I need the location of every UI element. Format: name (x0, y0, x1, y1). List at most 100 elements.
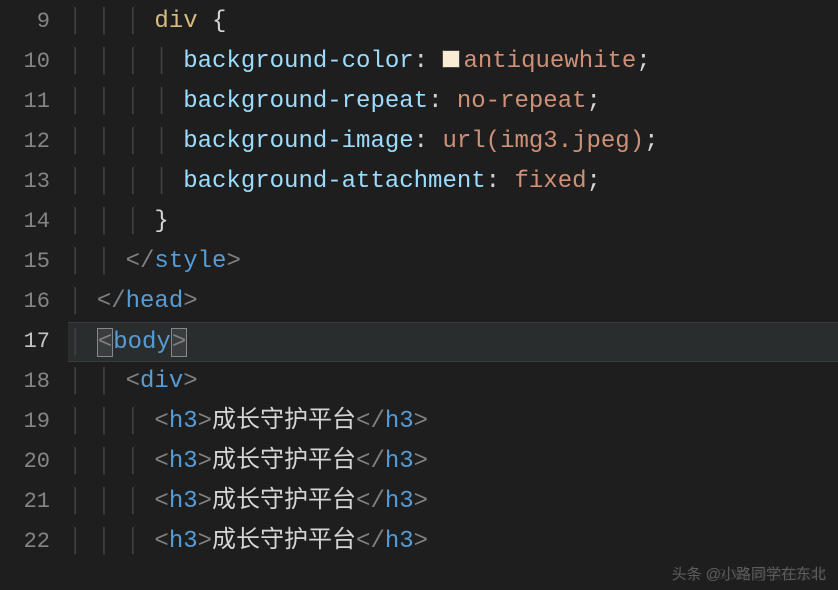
code-line[interactable]: │ │ │ │ background-image: url(img3.jpeg)… (68, 122, 838, 162)
indent-guide: │ │ │ (68, 528, 154, 555)
code-editor[interactable]: 910111213141516171819202122 │ │ │ div {│… (0, 0, 838, 590)
token: body (113, 329, 171, 356)
token: h3 (169, 448, 198, 475)
code-line[interactable]: │ │ │ <h3>成长守护平台</h3> (68, 442, 838, 482)
token: : (414, 128, 443, 155)
token: h3 (385, 528, 414, 555)
code-line[interactable]: │ </head> (68, 282, 838, 322)
token: head (126, 288, 184, 315)
line-number: 22 (0, 522, 68, 562)
token: { (212, 8, 226, 35)
token: : (486, 168, 515, 195)
token: > (226, 248, 240, 275)
token: h3 (385, 448, 414, 475)
token: </ (126, 248, 155, 275)
token: 成长守护平台 (212, 408, 356, 435)
token (198, 8, 212, 35)
token: > (414, 448, 428, 475)
line-number: 11 (0, 82, 68, 122)
token: fixed (514, 168, 586, 195)
line-number: 17 (0, 322, 68, 362)
token: } (154, 208, 168, 235)
token: < (154, 528, 168, 555)
code-line[interactable]: │ │ │ │ background-repeat: no-repeat; (68, 82, 838, 122)
token: antiquewhite (463, 48, 636, 75)
token: : (428, 88, 457, 115)
line-number: 19 (0, 402, 68, 442)
line-number: 13 (0, 162, 68, 202)
code-area[interactable]: │ │ │ div {│ │ │ │ background-color: ant… (68, 0, 838, 590)
token: </ (97, 288, 126, 315)
token: < (154, 408, 168, 435)
code-line[interactable]: │ │ │ <h3>成长守护平台</h3> (68, 402, 838, 442)
token: url(img3.jpeg) (442, 128, 644, 155)
token: > (183, 288, 197, 315)
line-number: 9 (0, 2, 68, 42)
token: div (140, 368, 183, 395)
line-number: 15 (0, 242, 68, 282)
token: </ (356, 408, 385, 435)
token: > (171, 328, 187, 357)
token: h3 (385, 488, 414, 515)
token: 成长守护平台 (212, 528, 356, 555)
indent-guide: │ │ │ (68, 488, 154, 515)
indent-guide: │ │ │ │ (68, 128, 183, 155)
token: > (183, 368, 197, 395)
token: background-repeat (183, 88, 428, 115)
code-line[interactable]: │ <body> (68, 322, 838, 362)
token: < (126, 368, 140, 395)
token: background-color (183, 48, 413, 75)
token: </ (356, 448, 385, 475)
code-line[interactable]: │ │ <div> (68, 362, 838, 402)
token: h3 (169, 528, 198, 555)
token: background-attachment (183, 168, 485, 195)
code-line[interactable]: │ │ </style> (68, 242, 838, 282)
token: ; (644, 128, 658, 155)
token: div (154, 8, 197, 35)
line-number: 10 (0, 42, 68, 82)
line-number: 20 (0, 442, 68, 482)
color-swatch-icon[interactable] (442, 50, 460, 68)
indent-guide: │ (68, 288, 97, 315)
token: > (414, 488, 428, 515)
token: : (414, 48, 443, 75)
code-line[interactable]: │ │ │ │ background-color: antiquewhite; (68, 42, 838, 82)
token: > (414, 408, 428, 435)
code-line[interactable]: │ │ │ <h3>成长守护平台</h3> (68, 522, 838, 562)
token: </ (356, 528, 385, 555)
indent-guide: │ │ │ (68, 208, 154, 235)
token: > (414, 528, 428, 555)
indent-guide: │ │ (68, 248, 126, 275)
indent-guide: │ │ │ (68, 448, 154, 475)
code-line[interactable]: │ │ │ div { (68, 2, 838, 42)
token: 成长守护平台 (212, 488, 356, 515)
watermark-secondary: CSDN @依佑i248 (706, 563, 826, 584)
token: < (97, 328, 113, 357)
indent-guide: │ │ │ (68, 408, 154, 435)
code-line[interactable]: │ │ │ │ background-attachment: fixed; (68, 162, 838, 202)
code-line[interactable]: │ │ │ <h3>成长守护平台</h3> (68, 482, 838, 522)
line-number: 14 (0, 202, 68, 242)
indent-guide: │ │ │ │ (68, 48, 183, 75)
token: style (154, 248, 226, 275)
line-number: 21 (0, 482, 68, 522)
indent-guide: │ │ │ (68, 8, 154, 35)
code-line[interactable]: │ │ │ } (68, 202, 838, 242)
token: background-image (183, 128, 413, 155)
indent-guide: │ │ │ │ (68, 168, 183, 195)
indent-guide: │ │ │ │ (68, 88, 183, 115)
token: </ (356, 488, 385, 515)
token: ; (636, 48, 650, 75)
indent-guide: │ │ (68, 368, 126, 395)
line-gutter: 910111213141516171819202122 (0, 0, 68, 590)
token: > (198, 448, 212, 475)
line-number: 18 (0, 362, 68, 402)
token: < (154, 448, 168, 475)
token: > (198, 528, 212, 555)
token: h3 (169, 488, 198, 515)
line-number: 12 (0, 122, 68, 162)
token: h3 (169, 408, 198, 435)
token: ; (587, 168, 601, 195)
token: no-repeat (457, 88, 587, 115)
line-number: 16 (0, 282, 68, 322)
